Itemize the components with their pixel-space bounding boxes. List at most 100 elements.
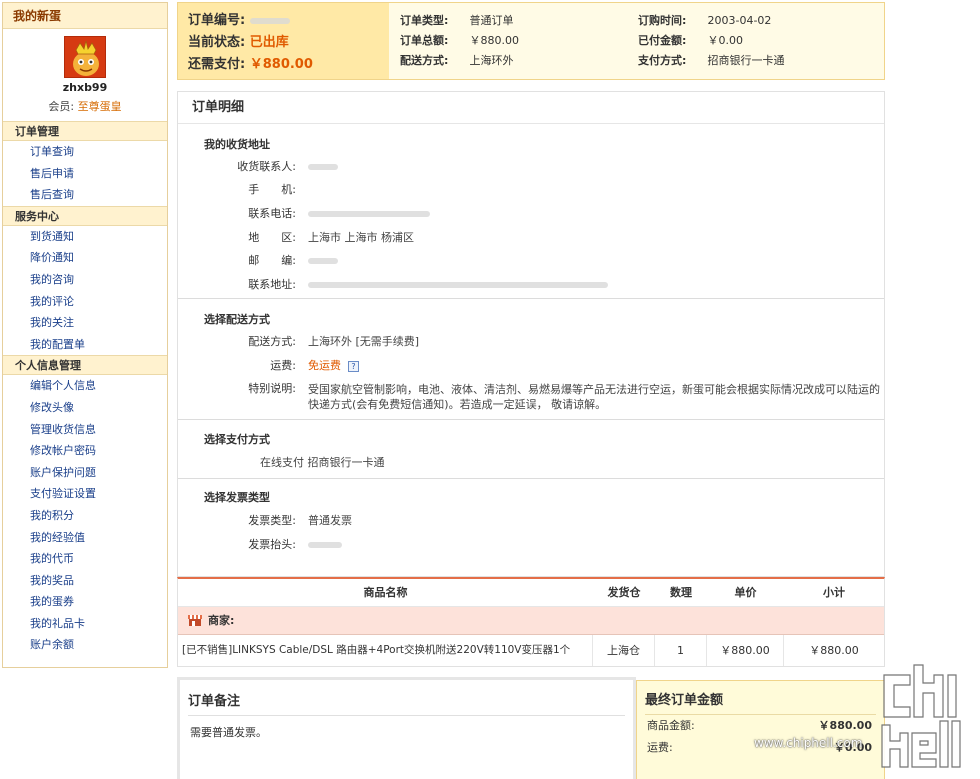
order-time-label: 订购时间: [638, 14, 687, 27]
sidebar-item-my-follows[interactable]: 我的关注 [3, 312, 167, 334]
amount-due-value: ￥880.00 [249, 57, 313, 72]
order-type-row: 订单类型: 普通订单 [400, 11, 519, 31]
amount-due-row: 还需支付: ￥880.00 [188, 54, 389, 76]
sidebar-list-personal: 编辑个人信息 修改头像 管理收货信息 修改帐户密码 账户保护问题 支付验证设置 … [3, 375, 167, 656]
sidebar-item-manage-addresses[interactable]: 管理收货信息 [3, 419, 167, 441]
table-row: [已不销售]LINKSYS Cable/DSL 路由器+4Port交换机附送22… [178, 635, 884, 666]
sidebar-item-my-inquiries[interactable]: 我的咨询 [3, 269, 167, 291]
unit-price-cell: ￥880.00 [707, 635, 784, 666]
shipping-section-title: 选择配送方式 [204, 313, 270, 326]
question-mark-icon[interactable]: ? [348, 360, 359, 372]
order-number-row: 订单编号: [188, 10, 389, 32]
phone-field: 联系电话: [178, 206, 884, 222]
product-table: 商品名称 发货仓 数理 单价 小计 商家: [已不销售]LINKSYS Cabl… [177, 577, 885, 667]
sidebar-item-order-query[interactable]: 订单查询 [3, 141, 167, 163]
column-header-qty: 数理 [670, 586, 692, 599]
amount-due-label: 还需支付: [188, 57, 246, 72]
sidebar-item-change-password[interactable]: 修改帐户密码 [3, 440, 167, 462]
invoice-section-title: 选择发票类型 [204, 491, 270, 504]
delivery-method-row: 配送方式: 上海环外 [400, 51, 519, 71]
shipping-method-value: 上海环外 [无需手续费] [308, 335, 420, 348]
sidebar-item-my-reviews[interactable]: 我的评论 [3, 291, 167, 313]
sidebar-group-service: 服务中心 [3, 205, 167, 226]
order-time-row: 订购时间: 2003-04-02 [638, 11, 785, 31]
payment-method-value: 招商银行一卡通 [707, 54, 785, 67]
section-divider [178, 419, 884, 420]
sidebar-item-price-drop-notice[interactable]: 降价通知 [3, 247, 167, 269]
final-amount-title: 最终订单金额 [645, 689, 876, 715]
order-total-label: 订单总额: [400, 34, 449, 47]
order-notes-text: 需要普通发票。 [190, 726, 267, 739]
order-status-value: 已出库 [249, 35, 289, 50]
address-value-redacted [308, 277, 608, 293]
sidebar-item-my-points[interactable]: 我的积分 [3, 505, 167, 527]
member-rank[interactable]: 至尊蛋皇 [78, 100, 122, 113]
freight-value-container: 免运费? [308, 358, 359, 374]
mobile-label: 手 机: [248, 183, 296, 196]
section-divider [178, 478, 884, 479]
sidebar-item-my-gift-cards[interactable]: 我的礼品卡 [3, 613, 167, 635]
sidebar-item-my-tokens[interactable]: 我的代币 [3, 548, 167, 570]
delivery-method-value: 上海环外 [469, 54, 514, 67]
order-total-value: ￥880.00 [469, 34, 520, 47]
sidebar-item-account-balance[interactable]: 账户余额 [3, 634, 167, 656]
member-label: 会员: [48, 100, 75, 113]
sidebar-list-service: 到货通知 降价通知 我的咨询 我的评论 我的关注 我的配置单 [3, 226, 167, 356]
region-field: 地 区: 上海市 上海市 杨浦区 [178, 230, 884, 246]
sidebar-item-my-coupons[interactable]: 我的蛋券 [3, 591, 167, 613]
invoice-type-label: 发票类型: [248, 514, 296, 527]
special-note-value: 受国家航空管制影响，电池、液体、清洁剂、易燃易爆等产品无法进行空运，新蛋可能会根… [308, 383, 880, 411]
freight-amount-label: 运费: [647, 741, 673, 754]
order-notes-title: 订单备注 [188, 690, 625, 716]
avatar-egg-icon [65, 37, 105, 77]
order-status-label: 当前状态: [188, 35, 246, 50]
order-summary: 订单编号: 当前状态: 已出库 还需支付: ￥880.00 订单类型: 普通订单… [177, 2, 885, 80]
paid-amount-row: 已付金额: ￥0.00 [638, 31, 785, 51]
order-status-block: 订单编号: 当前状态: 已出库 还需支付: ￥880.00 [178, 3, 389, 79]
column-header-subtotal: 小计 [823, 586, 845, 599]
order-detail-title: 订单明细 [178, 92, 884, 124]
region-label: 地 区: [248, 231, 296, 244]
zip-value-redacted [308, 253, 338, 269]
sidebar-item-my-experience[interactable]: 我的经验值 [3, 527, 167, 549]
user-profile: zhxb99 会员: 至尊蛋皇 [3, 29, 167, 121]
payment-method-label: 支付方式: [638, 54, 687, 67]
product-name-cell[interactable]: [已不销售]LINKSYS Cable/DSL 路由器+4Port交换机附送22… [178, 635, 593, 666]
sidebar-item-edit-profile[interactable]: 编辑个人信息 [3, 375, 167, 397]
sidebar-item-payment-verify[interactable]: 支付验证设置 [3, 483, 167, 505]
goods-amount-label: 商品金额: [647, 719, 695, 732]
qty-cell: 1 [655, 635, 707, 666]
contact-field: 收货联系人: [178, 159, 884, 175]
sidebar-item-my-configs[interactable]: 我的配置单 [3, 334, 167, 356]
sidebar-item-aftersale-query[interactable]: 售后查询 [3, 184, 167, 206]
sidebar-item-arrival-notice[interactable]: 到货通知 [3, 226, 167, 248]
sidebar-item-change-avatar[interactable]: 修改头像 [3, 397, 167, 419]
username: zhxb99 [62, 81, 108, 94]
freight-value: 免运费 [308, 359, 341, 372]
zip-label: 邮 编: [248, 254, 296, 267]
column-header-product-name: 商品名称 [363, 586, 408, 599]
sidebar-item-aftersale-apply[interactable]: 售后申请 [3, 163, 167, 185]
shipping-method-label: 配送方式: [248, 335, 296, 348]
invoice-type-value: 普通发票 [308, 514, 352, 527]
summary-col-middle: 订单类型: 普通订单 订单总额: ￥880.00 配送方式: 上海环外 [400, 11, 519, 71]
invoice-head-field: 发票抬头: [178, 537, 884, 553]
contact-value-redacted [308, 159, 338, 175]
phone-value-redacted [308, 206, 430, 222]
member-level: 会员: 至尊蛋皇 [3, 98, 167, 114]
order-time-value: 2003-04-02 [707, 14, 772, 27]
avatar[interactable] [64, 36, 106, 78]
shipping-method-field: 配送方式: 上海环外 [无需手续费] [178, 334, 884, 350]
region-value: 上海市 上海市 杨浦区 [308, 231, 414, 244]
store-awning-icon [188, 615, 202, 626]
sidebar-title: 我的新蛋 [3, 3, 167, 29]
address-field: 联系地址: [178, 277, 884, 293]
paid-amount-value: ￥0.00 [707, 34, 744, 47]
freight-field: 运费: 免运费? [178, 358, 884, 374]
address-section-title: 我的收货地址 [204, 138, 270, 151]
payment-field: 在线支付 招商银行一卡通 [178, 455, 884, 471]
sidebar-item-my-prizes[interactable]: 我的奖品 [3, 570, 167, 592]
sidebar-item-security-questions[interactable]: 账户保护问题 [3, 462, 167, 484]
mobile-field: 手 机: [178, 182, 884, 198]
invoice-head-value-redacted [308, 537, 342, 553]
